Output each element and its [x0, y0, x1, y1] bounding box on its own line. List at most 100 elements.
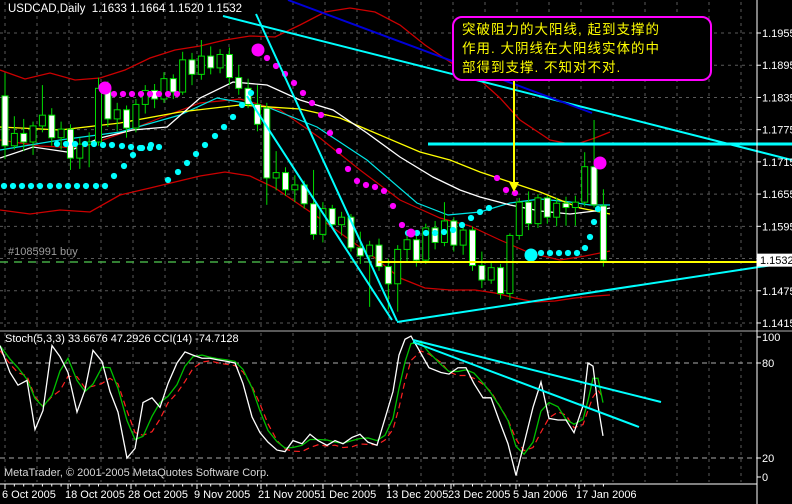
cyan-trail-dot — [477, 209, 483, 215]
cyan-trail-dot — [538, 250, 544, 256]
candle — [385, 267, 391, 284]
candle — [264, 108, 270, 178]
cyan-trail-dot — [72, 141, 78, 147]
date-label: 1 Dec 2005 — [320, 489, 376, 501]
cyan-trail-dot — [109, 142, 115, 148]
candle — [77, 144, 83, 158]
candle — [96, 88, 102, 142]
magenta-trail-dot — [345, 166, 351, 172]
cyan-trail-dot — [130, 152, 136, 158]
price-label: 1.1415 — [762, 318, 792, 330]
candle — [600, 206, 606, 260]
cyan-trail-dot — [121, 163, 127, 169]
magenta-trail-dot — [503, 187, 509, 193]
cyan-trail-dot — [82, 141, 88, 147]
cyan-trail-dot — [165, 177, 171, 183]
candle — [21, 133, 27, 142]
price-label: 1.1475 — [762, 286, 792, 298]
cyan-trail-dot — [248, 90, 254, 96]
date-label: 5 Jan 2006 — [513, 489, 567, 501]
date-label: 13 Dec 2005 — [386, 489, 448, 501]
cyan-trail-dot — [63, 141, 69, 147]
candle — [544, 198, 550, 217]
cyan-trail-dot — [156, 144, 162, 150]
magenta-trail-dot — [407, 229, 416, 238]
mt4-chart-window: 6 Oct 200518 Oct 200528 Oct 20059 Nov 20… — [0, 0, 792, 504]
candle — [208, 56, 214, 68]
cyan-trail-dot — [111, 173, 117, 179]
cyan-trail-dot — [450, 227, 456, 233]
cyan-trail-dot — [65, 183, 71, 189]
osc-axis-label: 20 — [762, 453, 774, 465]
candle — [572, 202, 578, 207]
candle — [470, 230, 476, 265]
candle — [413, 240, 419, 260]
candle — [124, 110, 130, 128]
cyan-trail-dot — [468, 215, 474, 221]
cyan-trail-dot — [83, 183, 89, 189]
osc-axis-label: 80 — [762, 358, 774, 370]
candle — [498, 268, 504, 294]
cyan-trail-dot — [147, 145, 153, 151]
cyan-trail-dot — [441, 229, 447, 235]
annotation-text-box[interactable]: 突破阻力的大阳线, 起到支撑的 作用. 大阴线在大阳线实体的中 部得到支撑. 不… — [452, 16, 712, 81]
trendline[interactable] — [247, 96, 392, 320]
candle — [451, 221, 457, 245]
candle — [2, 96, 8, 146]
candle — [39, 115, 45, 126]
price-label: 1.1835 — [762, 92, 792, 104]
cyan-trail-dot — [574, 250, 580, 256]
cyan-trail-dot — [102, 183, 108, 189]
candle — [180, 60, 186, 92]
cyan-trail-dot — [74, 183, 80, 189]
annotation-line: 部得到支撑. 不知对不对. — [462, 58, 702, 77]
osc-trendline[interactable] — [413, 342, 639, 427]
cyan-trail-dot — [486, 205, 492, 211]
cyan-trail-dot — [100, 142, 106, 148]
magenta-trail-dot — [512, 190, 518, 196]
candle — [329, 209, 335, 225]
chart-title: USDCAD,Daily 1.1633 1.1664 1.1520 1.1532 — [8, 3, 242, 15]
magenta-trail-dot — [318, 112, 324, 118]
date-label: 18 Oct 2005 — [65, 489, 125, 501]
cyan-trail-dot — [423, 230, 429, 236]
indicator-values-label: Stoch(5,3,3) 33.6676 47.2926 CCI(14) -74… — [5, 333, 239, 345]
magenta-trail-dot — [138, 91, 144, 97]
trendline[interactable] — [397, 262, 792, 322]
cyan-trail-dot — [56, 183, 62, 189]
magenta-trail-dot — [363, 182, 369, 188]
arrow-head-icon — [509, 182, 519, 192]
magenta-trail-dot — [129, 91, 135, 97]
candle — [339, 217, 345, 225]
magenta-trail-dot — [390, 203, 396, 209]
cyan-trail-dot — [582, 245, 588, 251]
copyright-label: MetaTrader, © 2001-2005 MetaQuotes Softw… — [4, 467, 269, 479]
cyan-trail-dot — [47, 183, 53, 189]
magenta-trail-dot — [111, 91, 117, 97]
candle — [236, 78, 242, 89]
stoch-signal-line — [0, 343, 603, 454]
magenta-trail-dot — [494, 175, 500, 181]
cyan-trail-dot — [175, 169, 181, 175]
candle — [479, 266, 485, 280]
candle — [189, 60, 195, 74]
candle — [367, 245, 373, 256]
cyan-trail-dot — [93, 183, 99, 189]
candle — [404, 240, 410, 250]
price-label: 1.1595 — [762, 221, 792, 233]
magenta-trail-dot — [264, 55, 270, 61]
candle — [217, 54, 223, 67]
candle — [507, 235, 513, 293]
candle — [357, 248, 363, 256]
cyan-trail-dot — [137, 145, 143, 151]
buy-order-label[interactable]: #1085991 buy — [8, 246, 78, 258]
magenta-trail-dot — [327, 130, 333, 136]
cyan-trail-dot — [547, 250, 553, 256]
candle — [133, 104, 139, 128]
cyan-trail-dot — [19, 183, 25, 189]
cyan-trail-dot — [184, 160, 190, 166]
candle — [563, 203, 569, 207]
candle — [376, 245, 382, 266]
price-label: 1.1955 — [762, 28, 792, 40]
cyan-trail-dot — [37, 183, 43, 189]
